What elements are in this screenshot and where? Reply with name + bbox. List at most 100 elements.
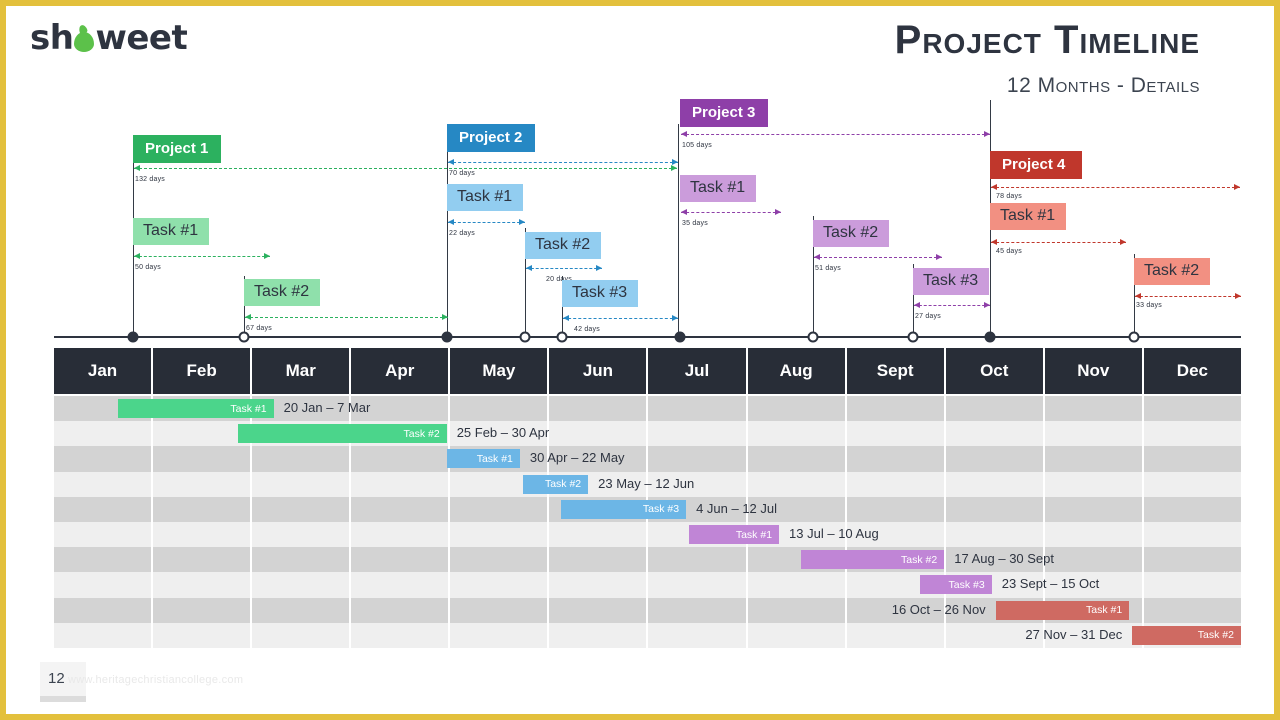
gantt-cell xyxy=(847,622,946,648)
month-header-jul[interactable]: Jul xyxy=(648,348,748,394)
project1-task1-box[interactable]: Task #1 xyxy=(133,218,209,245)
milestone-project3-start[interactable] xyxy=(674,331,686,343)
project2-task3-box[interactable]: Task #3 xyxy=(562,280,638,307)
gantt-bar[interactable]: Task #2 xyxy=(1132,625,1241,645)
milestone-p3-task3[interactable] xyxy=(907,331,919,343)
project3-task2-duration: 51 days xyxy=(815,265,841,272)
project2-task1-arrow xyxy=(448,219,525,225)
gantt-cell xyxy=(450,622,550,648)
gantt-cell xyxy=(252,622,352,648)
project3-task1-arrow xyxy=(681,209,781,215)
gantt-cell xyxy=(351,446,451,472)
gantt-cell xyxy=(748,446,847,472)
gantt-cell xyxy=(549,597,649,623)
gantt-cell xyxy=(54,471,154,497)
gantt-cell xyxy=(1144,547,1241,572)
month-header-may[interactable]: May xyxy=(450,348,550,394)
month-header-apr[interactable]: Apr xyxy=(351,348,451,394)
milestone-p2-task3[interactable] xyxy=(556,331,568,343)
gantt-cell xyxy=(847,421,946,447)
gantt-date-label: 17 Aug – 30 Sept xyxy=(954,551,1055,567)
milestone-p2-task2[interactable] xyxy=(519,331,531,343)
project4-task2-arrow xyxy=(1135,293,1241,299)
gantt-cell xyxy=(549,622,649,648)
project2-task1-box[interactable]: Task #1 xyxy=(447,184,523,211)
milestone-p1-task2[interactable] xyxy=(238,331,250,343)
project3-task2-box[interactable]: Task #2 xyxy=(813,220,889,247)
month-header-oct[interactable]: Oct xyxy=(945,348,1045,394)
gantt-cell xyxy=(549,547,649,573)
project1-task2-box[interactable]: Task #2 xyxy=(244,279,320,306)
project3-task3-label: Task #3 xyxy=(923,272,979,289)
gantt-bar[interactable]: Task #1 xyxy=(118,399,274,418)
project1-header[interactable]: Project 1 xyxy=(133,135,221,163)
slide-frame: sh weet Project Timeline 12 Months - Deta… xyxy=(0,0,1280,720)
gantt-row xyxy=(54,446,1241,472)
month-header-sept[interactable]: Sept xyxy=(846,348,946,394)
gantt-cell xyxy=(549,396,649,422)
project2-task2-arrow xyxy=(526,265,602,271)
project2-header[interactable]: Project 2 xyxy=(447,124,535,152)
project2-task2-box[interactable]: Task #2 xyxy=(525,232,601,259)
month-header-nov[interactable]: Nov xyxy=(1044,348,1144,394)
gantt-cell xyxy=(748,622,847,648)
milestone-p4-task2[interactable] xyxy=(1128,331,1140,343)
project4-task1-box[interactable]: Task #1 xyxy=(990,203,1066,230)
gantt-date-label: 23 May – 12 Jun xyxy=(598,475,695,491)
month-header-mar[interactable]: Mar xyxy=(252,348,352,394)
gantt-cell xyxy=(450,496,550,522)
project1-task1-duration: 50 days xyxy=(135,264,161,271)
gantt-cell xyxy=(648,421,748,447)
gantt-bar[interactable]: Task #2 xyxy=(522,474,589,494)
milestone-project2-start[interactable] xyxy=(441,331,453,343)
gantt-bar[interactable]: Task #2 xyxy=(800,550,945,570)
project3-task1-box[interactable]: Task #1 xyxy=(680,175,756,202)
project1-task1-label: Task #1 xyxy=(143,222,199,239)
project3-duration-label: 105 days xyxy=(682,142,713,149)
month-header-dec[interactable]: Dec xyxy=(1143,348,1241,394)
month-header-jun[interactable]: Jun xyxy=(549,348,649,394)
gantt-chart: Task #1 20 Jan – 7 Mar Task #2 25 Feb – 30 … xyxy=(54,396,1241,648)
gantt-bar[interactable]: Task #3 xyxy=(561,499,687,519)
gantt-cell xyxy=(1144,572,1241,597)
gantt-cell xyxy=(153,446,253,472)
month-header-jan[interactable]: Jan xyxy=(54,348,154,394)
gantt-cell xyxy=(847,446,946,472)
gantt-cell xyxy=(748,396,847,422)
gantt-cell xyxy=(252,496,352,522)
gantt-bar[interactable]: Task #1 xyxy=(689,525,780,544)
gantt-cell xyxy=(351,547,451,573)
project1-task2-duration: 67 days xyxy=(246,325,272,332)
project1-duration-label: 132 days xyxy=(135,176,166,183)
milestone-p3-task2[interactable] xyxy=(807,331,819,343)
gantt-cell xyxy=(1144,421,1241,446)
gantt-bar[interactable]: Task #2 xyxy=(237,424,447,444)
gantt-cell xyxy=(549,522,649,548)
project4-task2-box[interactable]: Task #2 xyxy=(1134,258,1210,285)
milestone-project4-start[interactable] xyxy=(984,331,996,343)
project3-header[interactable]: Project 3 xyxy=(680,99,768,127)
gantt-cell xyxy=(946,396,1045,422)
gantt-bar[interactable]: Task #3 xyxy=(919,575,992,595)
project3-task3-box[interactable]: Task #3 xyxy=(913,268,989,295)
project4-task2-duration: 33 days xyxy=(1136,302,1162,309)
gantt-cell xyxy=(54,547,154,573)
gantt-cell xyxy=(54,446,154,472)
gantt-cell xyxy=(1144,497,1241,522)
project4-header[interactable]: Project 4 xyxy=(990,151,1082,179)
gantt-bar[interactable]: Task #1 xyxy=(995,600,1130,620)
month-header-aug[interactable]: Aug xyxy=(747,348,847,394)
project3-label: Project 3 xyxy=(692,104,756,121)
gantt-cell xyxy=(450,572,550,598)
gantt-bar[interactable]: Task #1 xyxy=(446,449,520,469)
gantt-cell xyxy=(946,471,1045,497)
month-header-feb[interactable]: Feb xyxy=(153,348,253,394)
milestone-project1-start[interactable] xyxy=(127,331,139,343)
gantt-date-label: 27 Nov – 31 Dec xyxy=(1025,626,1123,642)
logo-leaf-icon xyxy=(74,32,95,52)
project2-task3-duration: 42 days xyxy=(574,326,600,333)
gantt-cell xyxy=(153,547,253,573)
gantt-row xyxy=(54,522,1241,548)
gantt-date-label: 30 Apr – 22 May xyxy=(529,450,625,466)
gantt-cell xyxy=(54,622,154,648)
